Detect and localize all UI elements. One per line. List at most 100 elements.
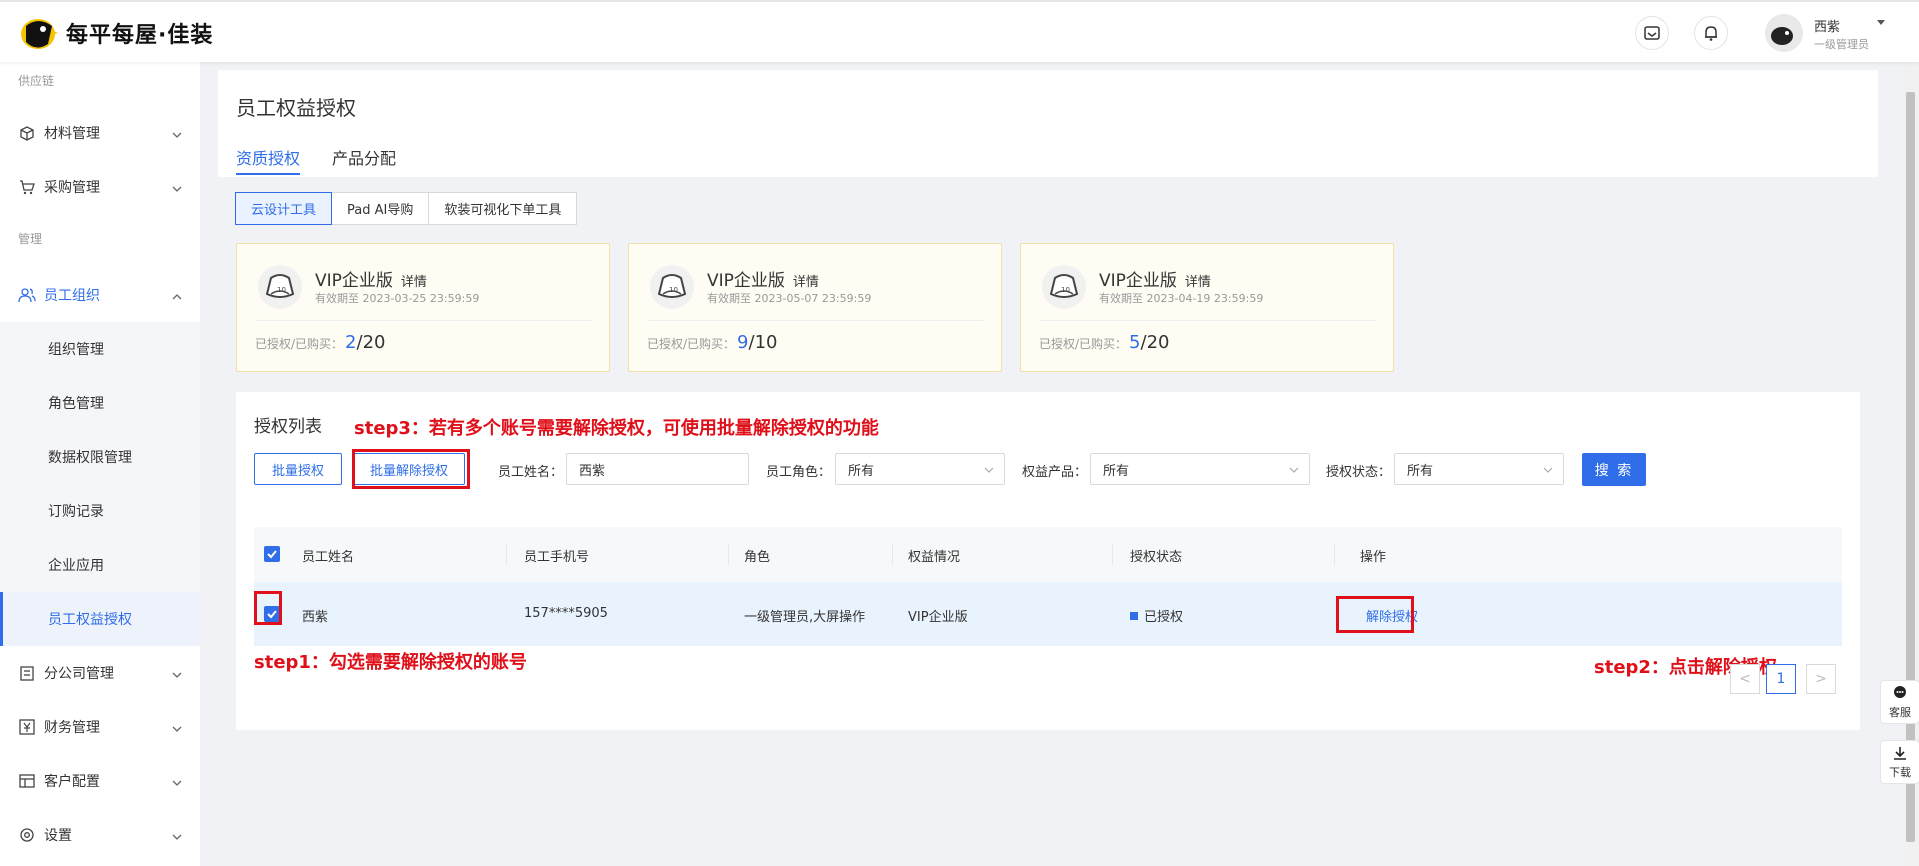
sidebar-subitem-apps[interactable]: 企业应用 bbox=[0, 538, 200, 592]
brand-logo[interactable]: 每平每屋·佳装 bbox=[18, 14, 213, 52]
card-detail-link[interactable]: 详情 bbox=[793, 275, 819, 290]
sidebar-subitem-roles[interactable]: 角色管理 bbox=[0, 376, 200, 430]
cart-icon bbox=[18, 178, 36, 196]
sidebar-item-branches[interactable]: 分公司管理 bbox=[0, 646, 200, 700]
product-select-value: 所有 bbox=[1103, 463, 1130, 479]
card-title: VIP企业版 详情 bbox=[315, 266, 427, 291]
role-select[interactable]: 所有 bbox=[835, 453, 1005, 485]
employee-name-value: 西紫 bbox=[579, 463, 606, 479]
chevron-down-icon bbox=[172, 776, 182, 792]
bell-icon[interactable] bbox=[1694, 16, 1728, 50]
divider bbox=[647, 320, 983, 321]
sidebar: 供应链 材料管理 采购管理 管理 员工组织 组织管理 角色管理 数据权限管理 订… bbox=[0, 62, 200, 866]
segment-soft-decor[interactable]: 软装可视化下单工具 bbox=[428, 192, 578, 225]
card-expiry: 有效期至 2023-04-19 23:59:59 bbox=[1099, 292, 1264, 305]
page-header: 员工权益授权 资质授权 产品分配 bbox=[218, 70, 1878, 177]
card-title-text: VIP企业版 bbox=[707, 271, 785, 291]
card-count: 已授权/已购买： 2/20 bbox=[255, 332, 385, 353]
sidebar-subitem-org[interactable]: 组织管理 bbox=[0, 322, 200, 376]
table-row[interactable]: 西紫 157****5905 一级管理员,大屏操作 VIP企业版 已授权 解除授… bbox=[254, 582, 1842, 646]
gear-icon bbox=[18, 826, 36, 844]
card-total: /10 bbox=[748, 332, 778, 353]
tab-underline bbox=[236, 173, 300, 175]
sidebar-item-label: 员工权益授权 bbox=[48, 612, 132, 628]
annotation-step1: step1：勾选需要解除授权的账号 bbox=[254, 652, 527, 673]
sidebar-subitem-orders[interactable]: 订购记录 bbox=[0, 484, 200, 538]
card-count-label: 已授权/已购买： bbox=[255, 337, 344, 351]
card-expiry: 有效期至 2023-05-07 23:59:59 bbox=[707, 292, 872, 305]
column-divider bbox=[1112, 543, 1113, 565]
sidebar-subitem-benefits[interactable]: 员工权益授权 bbox=[0, 592, 200, 646]
tab-qualification[interactable]: 资质授权 bbox=[236, 145, 300, 169]
batch-grant-button[interactable]: 批量授权 bbox=[254, 453, 342, 485]
product-select[interactable]: 所有 bbox=[1090, 453, 1310, 485]
column-divider bbox=[892, 543, 893, 565]
divider bbox=[255, 320, 591, 321]
card-detail-link[interactable]: 详情 bbox=[1185, 275, 1211, 290]
user-role: 一级管理员 bbox=[1814, 38, 1869, 51]
cell-name: 西紫 bbox=[302, 610, 329, 625]
cell-phone: 157****5905 bbox=[524, 606, 608, 621]
sidebar-group-supply: 供应链 bbox=[18, 74, 55, 88]
card-count: 已授权/已购买： 5/20 bbox=[1039, 332, 1169, 353]
download-button[interactable]: 下载 bbox=[1880, 740, 1919, 784]
chevron-down-icon bbox=[172, 830, 182, 846]
sidebar-item-settings[interactable]: 设置 bbox=[0, 808, 200, 862]
chevron-down-icon bbox=[1289, 464, 1299, 479]
segment-cloud-design[interactable]: 云设计工具 bbox=[235, 192, 333, 225]
next-page-button[interactable]: > bbox=[1806, 664, 1836, 694]
sidebar-item-purchasing[interactable]: 采购管理 bbox=[0, 160, 200, 214]
scrollbar-thumb[interactable] bbox=[1906, 92, 1915, 842]
sidebar-item-finance[interactable]: 财务管理 bbox=[0, 700, 200, 754]
employee-name-input[interactable]: 西紫 bbox=[566, 453, 749, 485]
sidebar-item-label: 组织管理 bbox=[48, 342, 104, 358]
sidebar-item-label: 数据权限管理 bbox=[48, 450, 132, 466]
vip-badge-icon: 10 bbox=[649, 264, 695, 310]
download-icon bbox=[1892, 745, 1908, 764]
sidebar-item-customer-config[interactable]: 客户配置 bbox=[0, 754, 200, 808]
brand-name: 每平每屋·佳装 bbox=[66, 23, 214, 48]
cell-role: 一级管理员,大屏操作 bbox=[744, 610, 866, 625]
vip-card: 10 VIP企业版 详情 有效期至 2023-04-19 23:59:59 已授权… bbox=[1020, 243, 1394, 372]
cell-status: 已授权 bbox=[1130, 606, 1183, 625]
card-expiry: 有效期至 2023-03-25 23:59:59 bbox=[315, 292, 480, 305]
card-title-text: VIP企业版 bbox=[315, 271, 393, 291]
card-authorized: 2 bbox=[345, 332, 357, 353]
list-title: 授权列表 bbox=[254, 417, 322, 437]
filter-product-label: 权益产品： bbox=[1022, 465, 1088, 480]
avatar[interactable] bbox=[1765, 14, 1803, 52]
inbox-icon[interactable] bbox=[1635, 16, 1669, 50]
sidebar-subitem-data-permissions[interactable]: 数据权限管理 bbox=[0, 430, 200, 484]
card-detail-link[interactable]: 详情 bbox=[401, 275, 427, 290]
chat-icon bbox=[1892, 685, 1908, 704]
customer-service-label: 客服 bbox=[1889, 705, 1911, 719]
vip-badge-icon: 10 bbox=[1041, 264, 1087, 310]
divider bbox=[1039, 320, 1375, 321]
cell-benefit: VIP企业版 bbox=[908, 610, 968, 625]
sidebar-item-label: 材料管理 bbox=[44, 126, 100, 142]
sidebar-item-label: 分公司管理 bbox=[44, 666, 114, 682]
vip-badge-icon: 10 bbox=[257, 264, 303, 310]
column-divider bbox=[728, 543, 729, 565]
select-all-checkbox[interactable] bbox=[264, 546, 280, 562]
chevron-down-icon[interactable] bbox=[1877, 20, 1885, 25]
customer-service-button[interactable]: 客服 bbox=[1880, 680, 1919, 724]
layout-icon bbox=[18, 772, 36, 790]
card-count-label: 已授权/已购买： bbox=[1039, 337, 1128, 351]
segment-pad-ai[interactable]: Pad AI导购 bbox=[331, 192, 430, 225]
highlight-box bbox=[352, 449, 470, 489]
card-title: VIP企业版 详情 bbox=[1099, 266, 1211, 291]
tab-product-allocation[interactable]: 产品分配 bbox=[332, 145, 396, 169]
page-button[interactable]: 1 bbox=[1766, 664, 1796, 694]
search-button[interactable]: 搜 索 bbox=[1582, 453, 1646, 486]
filter-name-label: 员工姓名： bbox=[498, 465, 564, 480]
sidebar-item-staff-org[interactable]: 员工组织 bbox=[0, 268, 200, 322]
sidebar-item-materials[interactable]: 材料管理 bbox=[0, 106, 200, 160]
prev-page-button[interactable]: < bbox=[1730, 664, 1760, 694]
vip-card: 10 VIP企业版 详情 有效期至 2023-05-07 23:59:59 已授权… bbox=[628, 243, 1002, 372]
column-header: 权益情况 bbox=[908, 550, 961, 565]
chevron-down-icon bbox=[172, 128, 182, 144]
sidebar-item-label: 设置 bbox=[44, 828, 72, 844]
chevron-down-icon bbox=[984, 464, 994, 479]
status-select[interactable]: 所有 bbox=[1394, 453, 1564, 485]
